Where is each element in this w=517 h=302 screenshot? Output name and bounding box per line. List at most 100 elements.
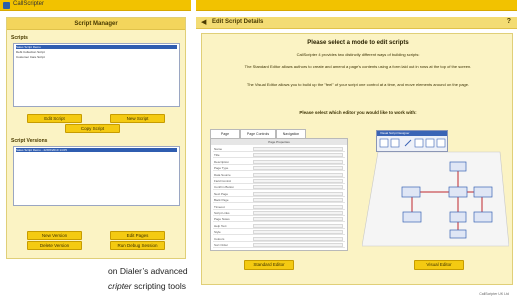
flow-node xyxy=(449,161,467,172)
preview-field-label: Back Page xyxy=(214,198,229,203)
caption-text: on Dialer’s advanced cripter scripting t… xyxy=(108,264,191,294)
flow-node xyxy=(401,186,421,198)
preview-form-row: Data Source xyxy=(213,172,345,178)
preview-form-row: Timeout xyxy=(213,204,345,210)
preview-field-value xyxy=(253,147,343,151)
preview-field-label: Colours xyxy=(214,236,225,241)
preview-tab: Page xyxy=(210,129,240,138)
app-title: CallScripter xyxy=(13,1,45,7)
visual-editor-button[interactable]: Visual Editor xyxy=(414,260,464,270)
right-titlebar xyxy=(196,0,517,11)
preview-field-label: Help Text xyxy=(214,223,227,228)
preview-form-row: Script Links xyxy=(213,211,345,216)
left-pane: CallScripter Script Manager Scripts Sale… xyxy=(0,0,191,302)
preview-field-label: Data Source xyxy=(214,172,231,177)
preview-field-value xyxy=(253,204,343,209)
app-titlebar: CallScripter xyxy=(0,0,191,11)
image-icon xyxy=(425,138,435,148)
preview-field-value xyxy=(253,191,343,196)
preview-form-row: Page Notes xyxy=(213,217,345,223)
preview-form-row: Page Type xyxy=(213,166,345,172)
preview-field-label: Name xyxy=(214,147,223,151)
flow-node xyxy=(473,211,493,223)
preview-field-value xyxy=(253,179,343,183)
preview-form-row: Description xyxy=(213,159,345,165)
preview-form-row: Field Control xyxy=(213,179,345,184)
standard-editor-button[interactable]: Standard Editor xyxy=(244,260,294,270)
help-icon[interactable]: ? xyxy=(507,18,511,25)
caption-italic: cripter xyxy=(108,281,132,291)
preview-field-value xyxy=(253,211,343,215)
preview-form-row: Back Page xyxy=(213,198,345,204)
flow-node xyxy=(402,211,422,223)
run-debug-session-button[interactable]: Run Debug Session xyxy=(110,241,165,250)
caption-rest: scripting tools xyxy=(131,281,186,291)
versions-list[interactable]: Sales Script Demo - 22/06/2010 14:05 xyxy=(13,146,180,206)
edit-pages-button[interactable]: Edit Pages xyxy=(110,231,165,240)
preview-field-value xyxy=(253,153,343,158)
visual-editor-preview: Visual Script Designer xyxy=(362,130,509,252)
preview-tab: Navigation xyxy=(276,129,306,138)
preview-field-value xyxy=(253,243,343,247)
copy-script-button[interactable]: Copy Script xyxy=(65,124,120,133)
preview-field-label: Next Page xyxy=(214,191,229,196)
preview-form-title: Page Properties xyxy=(211,139,347,145)
preview-field-value xyxy=(253,172,343,177)
preview-field-label: Script Links xyxy=(214,211,230,215)
preview-form-row: Sort Order xyxy=(213,243,345,248)
preview-field-label: Page Notes xyxy=(214,217,230,222)
intro-text-3: The Visual Editor allows you to build up… xyxy=(246,82,470,87)
preview-form-row: Help Text xyxy=(213,223,345,229)
intro-text-2: The Standard Editor allows authors to cr… xyxy=(244,64,472,69)
preview-field-label: Page Type xyxy=(214,166,229,171)
app-icon xyxy=(3,2,10,9)
caption-line-2: cripter scripting tools xyxy=(108,279,191,294)
script-manager-panel: Script Manager Scripts Sales Script Demo… xyxy=(6,17,186,259)
preview-field-value xyxy=(253,223,343,228)
edit-script-header: ◀ Edit Script Details ? xyxy=(196,17,517,29)
preview-field-label: Description xyxy=(214,159,230,164)
preview-field-value xyxy=(253,236,343,241)
standard-editor-preview: Page Page Controls Navigation Page Prope… xyxy=(210,129,348,251)
mode-question: Please select which editor you would lik… xyxy=(299,110,417,115)
preview-form-row: Name xyxy=(213,147,345,152)
scripts-list[interactable]: Sales Script Demo Debt Collection Script… xyxy=(13,43,180,107)
delete-version-button[interactable]: Delete Version xyxy=(27,241,82,250)
right-pane: ◀ Edit Script Details ? Please select a … xyxy=(196,0,517,302)
editor-mode-panel: Please select a mode to edit scripts Cal… xyxy=(201,33,513,285)
grid-icon xyxy=(436,138,446,148)
versions-label: Script Versions xyxy=(11,138,48,144)
palette-icons xyxy=(379,138,446,148)
preview-field-label: Timeout xyxy=(214,204,225,209)
footer-text: CallScripter UK Ltd xyxy=(479,292,509,296)
preview-field-value xyxy=(253,159,343,164)
preview-field-label: Confirm Button xyxy=(214,185,235,190)
flow-node xyxy=(473,186,493,198)
preview-form-row: Title xyxy=(213,153,345,159)
list-item[interactable]: Sales Script Demo - 22/06/2010 14:05 xyxy=(16,148,177,152)
button-icon xyxy=(414,138,424,148)
new-version-button[interactable]: New Version xyxy=(27,231,82,240)
preview-field-value xyxy=(253,217,343,222)
preview-field-label: Sort Order xyxy=(214,243,229,247)
preview-field-value xyxy=(253,230,343,235)
new-script-button[interactable]: New Script xyxy=(110,114,165,123)
list-item[interactable]: Debt Collection Script xyxy=(16,50,177,54)
script-manager-title: Script Manager xyxy=(7,18,185,30)
list-item[interactable]: Customer Care Script xyxy=(16,55,177,59)
pencil-icon xyxy=(404,139,412,147)
preview-field-label: Title xyxy=(214,153,220,158)
left-arrow-icon[interactable]: ◀ xyxy=(201,18,206,26)
preview-field-label: Style xyxy=(214,230,221,235)
preview-form-row: Colours xyxy=(213,236,345,242)
flow-node xyxy=(449,211,467,223)
edit-script-button[interactable]: Edit Script xyxy=(27,114,82,123)
list-item[interactable]: Sales Script Demo xyxy=(16,45,177,49)
caption-line-1: on Dialer’s advanced xyxy=(108,266,188,276)
preview-form-row: Next Page xyxy=(213,191,345,197)
textbox-icon xyxy=(390,138,400,148)
preview-form-row: Confirm Button xyxy=(213,185,345,191)
select-icon xyxy=(379,138,389,148)
flow-node xyxy=(448,186,468,198)
mode-heading: Please select a mode to edit scripts xyxy=(307,40,409,46)
